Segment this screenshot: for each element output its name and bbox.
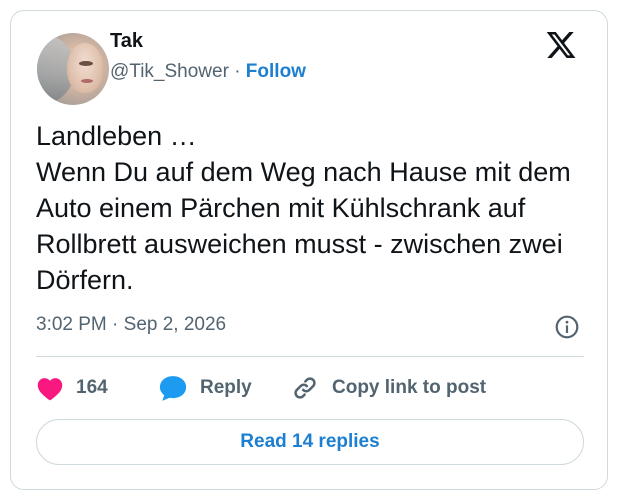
author-name[interactable]: Tak (110, 30, 143, 53)
reply-label: Reply (200, 377, 252, 398)
link-icon (294, 377, 316, 399)
copy-link-label: Copy link to post (332, 377, 487, 398)
author-handle[interactable]: @Tik_Shower (110, 61, 229, 82)
like-count: 164 (76, 377, 108, 398)
info-icon[interactable] (554, 314, 580, 340)
tweet-timestamp[interactable]: 3:02 PM · Sep 2, 2026 (36, 314, 226, 336)
speech-bubble-icon (159, 376, 187, 401)
heart-icon (37, 378, 63, 401)
handle-separator: · (234, 61, 241, 82)
read-replies-label: Read 14 replies (240, 431, 380, 452)
author-handle-row: @Tik_Shower · Follow (110, 61, 306, 83)
divider (36, 356, 584, 357)
avatar-face (67, 43, 103, 93)
x-logo-icon[interactable] (545, 29, 577, 61)
reply-button[interactable]: Reply (158, 373, 252, 403)
read-replies-button[interactable]: Read 14 replies (36, 419, 584, 465)
copy-link-button[interactable]: Copy link to post (290, 373, 486, 403)
avatar-lip (81, 79, 93, 83)
tweet-text: Landleben … Wenn Du auf dem Weg nach Hau… (36, 121, 571, 295)
follow-link[interactable]: Follow (246, 61, 306, 82)
like-button[interactable]: 164 (36, 373, 108, 403)
avatar[interactable] (37, 33, 109, 105)
avatar-eye (79, 61, 93, 66)
